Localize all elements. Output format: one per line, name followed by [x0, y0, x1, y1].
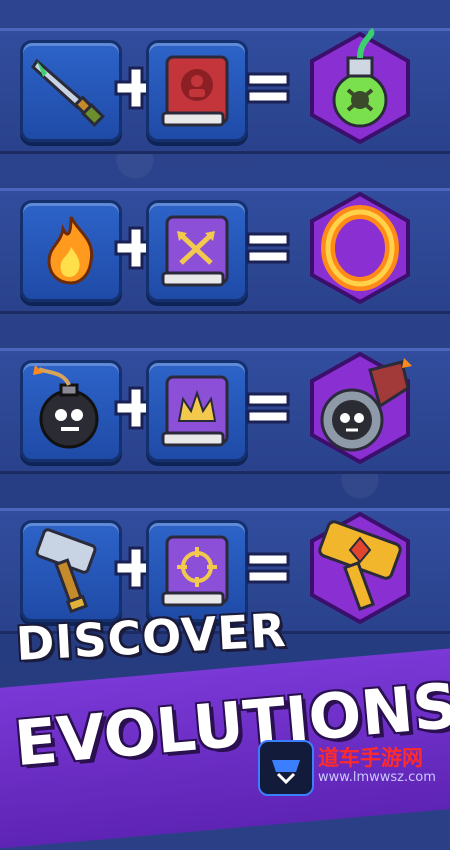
- golden-hammer-icon: [310, 511, 410, 625]
- fire-ring-icon-hex[interactable]: [300, 188, 420, 308]
- equals-sign: [242, 58, 294, 118]
- purple-book-target-icon: [161, 535, 229, 607]
- fire-icon: [47, 216, 94, 285]
- fire-ring-icon: [310, 191, 410, 305]
- purple-book-crown-icon-slot[interactable]: [146, 360, 248, 462]
- equals-sign: [242, 538, 294, 598]
- bomb-icon: [33, 365, 99, 449]
- equals-sign: [242, 218, 294, 278]
- skull-cannon-icon-hex[interactable]: [300, 348, 420, 468]
- watermark-url: www.lmwwsz.com: [318, 770, 436, 785]
- poison-potion-icon-hex[interactable]: [300, 27, 420, 148]
- dagger-icon-slot[interactable]: [20, 40, 122, 142]
- hammer-icon: [35, 528, 97, 614]
- dagger-icon: [31, 58, 106, 128]
- watermark-logo-icon: [258, 740, 314, 796]
- watermark-name: 道车手游网: [318, 746, 423, 770]
- recipe-row-3: [0, 338, 450, 478]
- purple-book-arrows-icon: [161, 215, 229, 287]
- golden-hammer-icon-hex[interactable]: [300, 508, 420, 628]
- fire-icon-slot[interactable]: [20, 200, 122, 302]
- red-book-icon-slot[interactable]: [146, 40, 248, 142]
- recipe-row-2: [0, 178, 450, 318]
- red-book-icon: [161, 55, 229, 127]
- equals-sign: [242, 378, 294, 438]
- watermark: 道车手游网 www.lmwwsz.com: [258, 740, 448, 796]
- bomb-icon-slot[interactable]: [20, 360, 122, 462]
- purple-book-crown-icon: [161, 375, 229, 447]
- hammer-icon-slot[interactable]: [20, 520, 122, 622]
- skull-cannon-icon: [310, 351, 412, 465]
- purple-book-arrows-icon-slot[interactable]: [146, 200, 248, 302]
- recipe-row-1: [0, 18, 450, 158]
- poison-potion-icon: [310, 27, 410, 145]
